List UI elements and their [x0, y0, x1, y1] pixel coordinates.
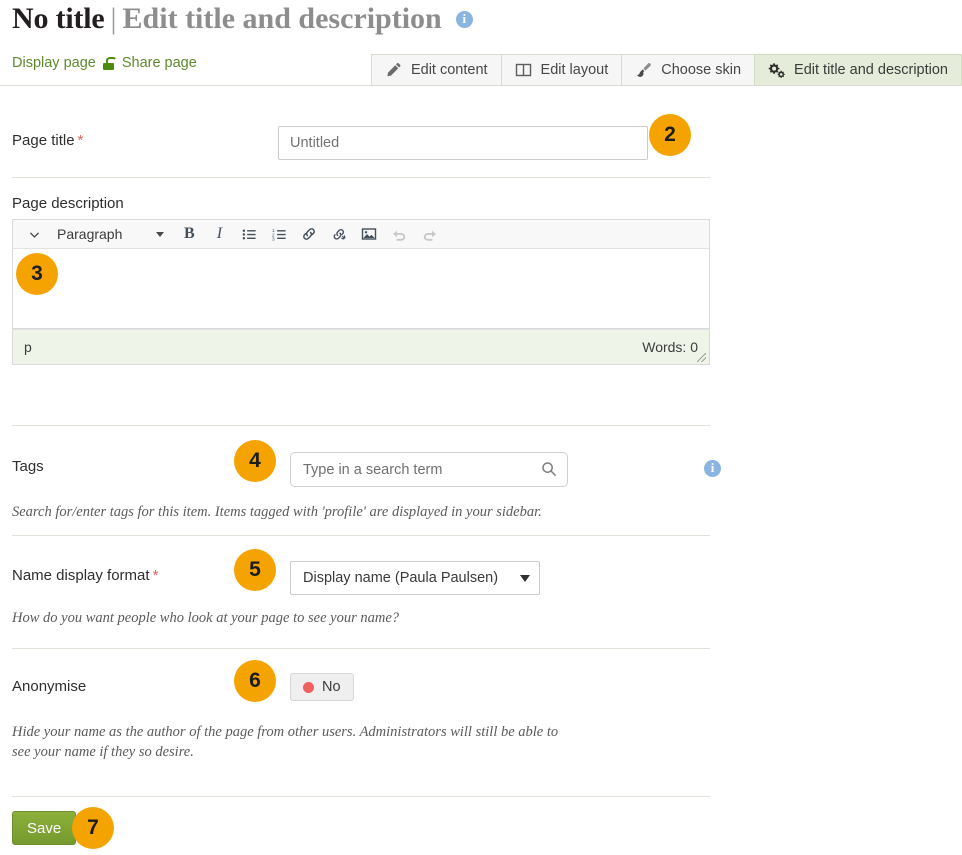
save-button[interactable]: Save: [12, 811, 76, 845]
step-badge-7: 7: [72, 807, 114, 849]
name-display-format-help-text: How do you want people who look at your …: [12, 608, 710, 628]
open-lock-icon: [103, 57, 114, 70]
page-subtitle: Edit title and description: [123, 2, 442, 36]
block-format-label: Paragraph: [57, 226, 122, 242]
anonymise-toggle[interactable]: No: [290, 673, 354, 701]
page-description-label-row: Page description: [12, 195, 710, 213]
tab-edit-title-and-description[interactable]: Edit title and description: [754, 54, 962, 85]
cogs-icon: [768, 62, 785, 78]
link-icon[interactable]: [294, 220, 324, 248]
divider: [12, 425, 710, 426]
status-dot-icon: [303, 682, 314, 693]
tags-input-wrapper: [290, 452, 568, 487]
tags-label: Tags: [12, 458, 44, 475]
editor-content-area[interactable]: [12, 249, 710, 329]
editor-content-text: [13, 249, 709, 265]
unlink-icon[interactable]: [324, 220, 354, 248]
anonymise-help-text: Hide your name as the author of the page…: [12, 722, 572, 762]
step-badge-2: 2: [649, 114, 691, 156]
columns-icon: [515, 62, 532, 78]
rich-text-editor: Paragraph B I 1 2 3: [12, 219, 710, 365]
editor-status-bar: p Words: 0: [12, 329, 710, 365]
tab-label: Edit title and description: [794, 62, 948, 78]
divider: [12, 177, 710, 178]
divider: [12, 648, 710, 649]
block-format-dropdown[interactable]: Paragraph: [49, 220, 168, 248]
page-title-header: No title | Edit title and description: [12, 2, 473, 36]
numbered-list-icon[interactable]: 1 2 3: [264, 220, 294, 248]
page-title: No title: [12, 2, 105, 36]
anonymise-label: Anonymise: [12, 678, 86, 695]
subnav-bar: Display page Share page Edit content Edi…: [0, 47, 962, 86]
tab-label: Edit layout: [541, 62, 609, 78]
step-badge-4: 4: [234, 440, 276, 482]
page-title-input[interactable]: [278, 126, 648, 160]
divider: [12, 535, 710, 536]
title-separator: |: [111, 2, 117, 36]
step-badge-5: 5: [234, 549, 276, 591]
page-title-label: Page title*: [12, 132, 83, 149]
edit-title-and-description-page: No title | Edit title and description Di…: [0, 0, 962, 855]
chevron-down-icon: [156, 232, 164, 237]
tab-label: Edit content: [411, 62, 488, 78]
svg-text:3: 3: [272, 236, 275, 241]
image-icon[interactable]: [354, 220, 384, 248]
editor-word-count: Words: 0: [642, 339, 698, 355]
display-page-link[interactable]: Display page: [12, 55, 96, 71]
tags-search-input[interactable]: [290, 452, 568, 487]
tags-help-text: Search for/enter tags for this item. Ite…: [12, 502, 710, 522]
name-display-format-label: Name display format*: [12, 567, 158, 584]
editor-tabs: Edit content Edit layout Choose skin: [372, 47, 962, 85]
tags-info-icon[interactable]: [704, 460, 721, 477]
selected-option-label: Display name (Paula Paulsen): [303, 570, 498, 586]
divider: [12, 796, 710, 797]
bold-icon[interactable]: B: [174, 220, 204, 248]
editor-element-path: p: [24, 339, 32, 355]
page-description-label: Page description: [12, 195, 124, 212]
required-marker: *: [153, 567, 159, 584]
undo-icon: [384, 220, 414, 248]
resize-grip-icon[interactable]: [697, 353, 706, 362]
toggle-toolbar-icon[interactable]: [19, 220, 49, 248]
chevron-down-icon: [520, 575, 530, 582]
share-page-link[interactable]: Share page: [122, 55, 197, 71]
step-badge-6: 6: [234, 660, 276, 702]
tab-label: Choose skin: [661, 62, 741, 78]
tab-edit-content[interactable]: Edit content: [371, 54, 502, 85]
tab-edit-layout[interactable]: Edit layout: [501, 54, 623, 85]
name-display-format-select[interactable]: Display name (Paula Paulsen): [290, 561, 540, 595]
anonymise-state-label: No: [322, 679, 341, 695]
page-action-links: Display page Share page: [12, 55, 197, 71]
pencil-icon: [385, 62, 402, 78]
paintbrush-icon: [635, 62, 652, 78]
required-marker: *: [78, 132, 84, 149]
redo-icon: [414, 220, 444, 248]
italic-icon[interactable]: I: [204, 220, 234, 248]
bullet-list-icon[interactable]: [234, 220, 264, 248]
tab-choose-skin[interactable]: Choose skin: [621, 54, 755, 85]
header-info-icon[interactable]: [456, 11, 473, 28]
editor-toolbar: Paragraph B I 1 2 3: [12, 219, 710, 249]
form-actions: Save: [12, 811, 710, 845]
step-badge-3: 3: [16, 253, 58, 295]
